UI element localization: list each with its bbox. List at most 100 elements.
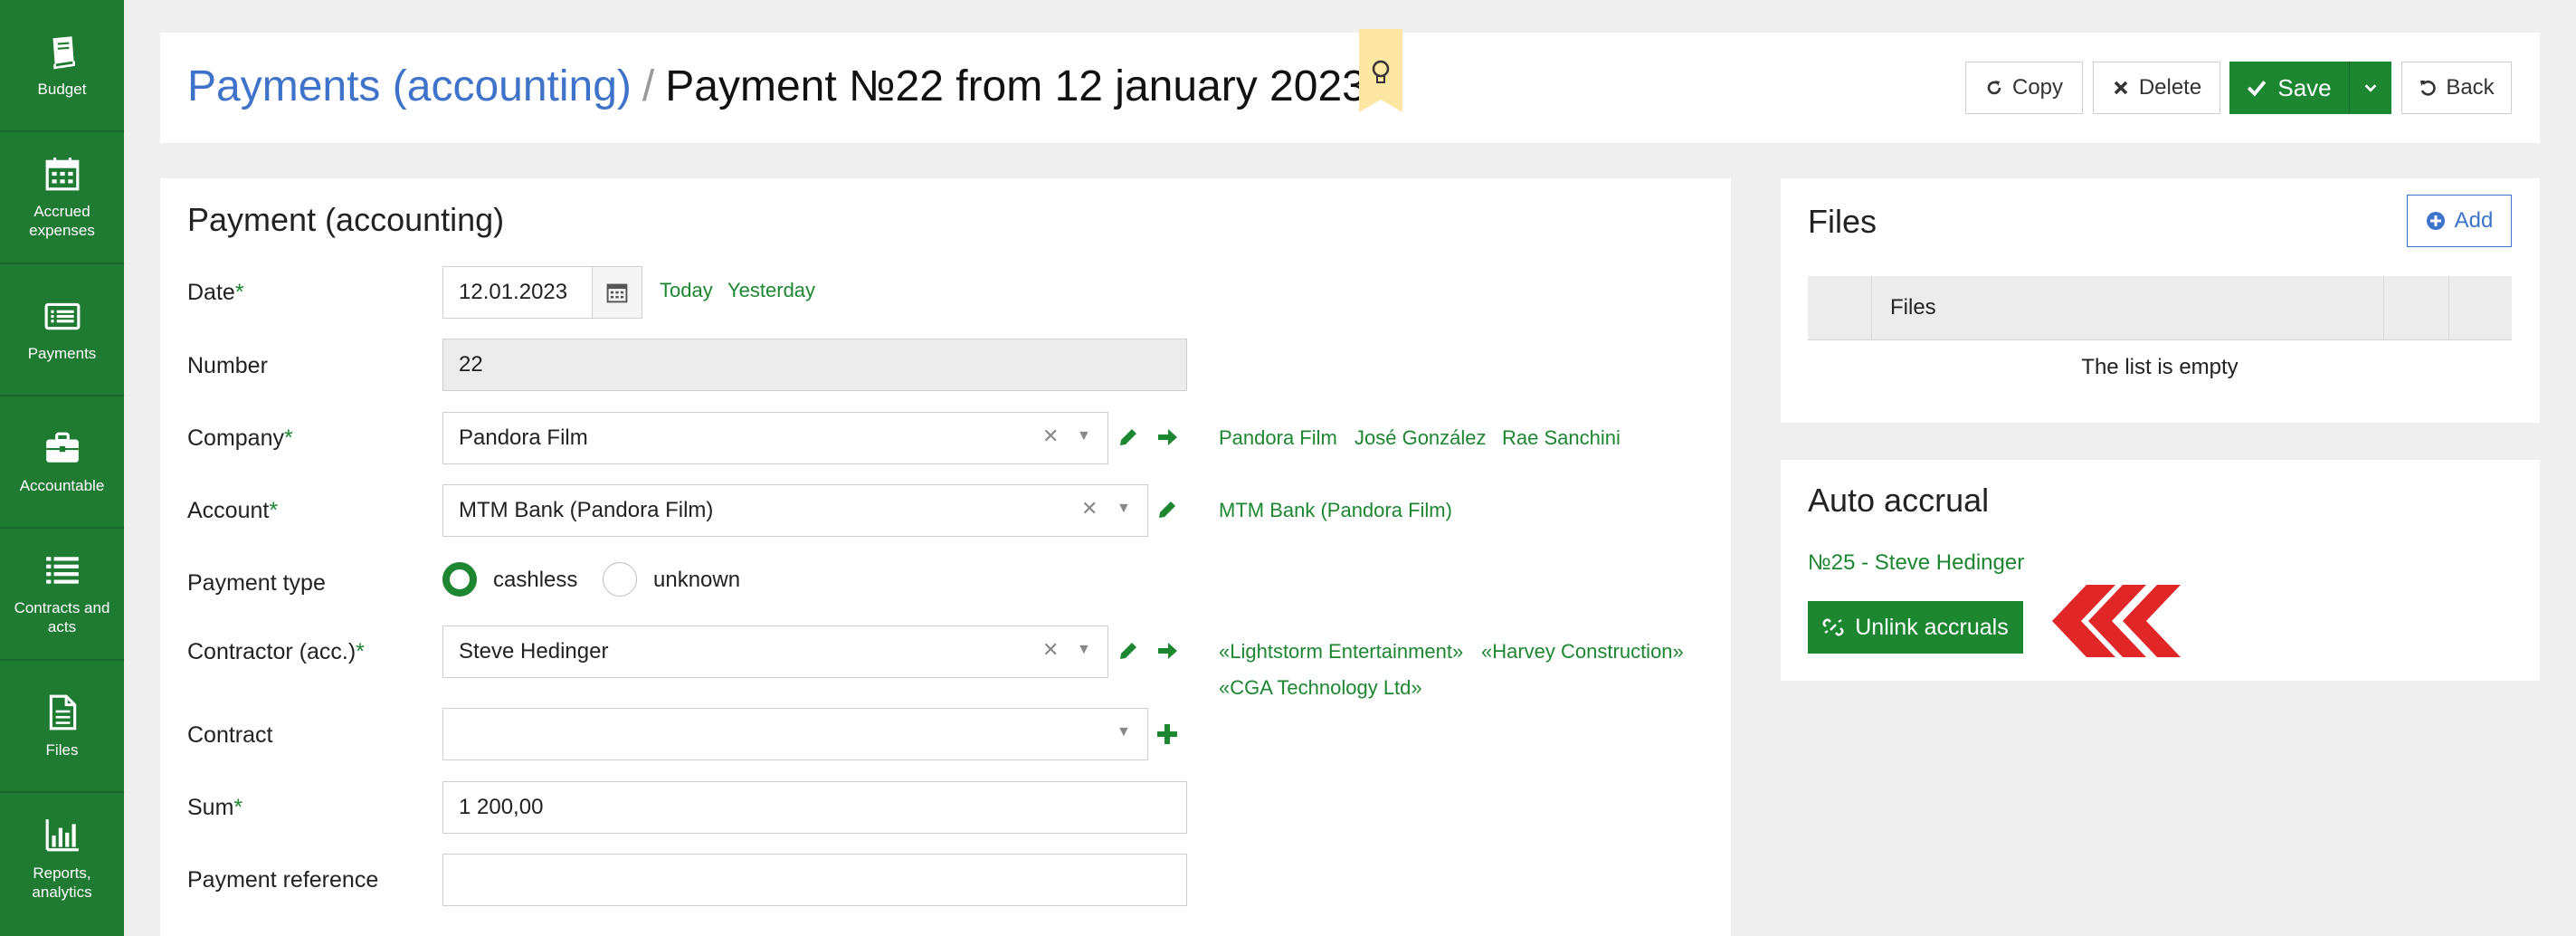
sidebar: Budget Accrued expenses Payments Account… bbox=[0, 0, 124, 936]
sidebar-item-files[interactable]: Files bbox=[0, 661, 124, 793]
add-file-button-label: Add bbox=[2454, 208, 2494, 233]
sidebar-item-label: Reports, analytics bbox=[32, 864, 92, 901]
sidebar-item-contracts[interactable]: Contracts and acts bbox=[0, 529, 124, 661]
company-link-3[interactable]: Rae Sanchini bbox=[1502, 426, 1621, 450]
auto-accrual-title: Auto accrual bbox=[1808, 482, 1990, 519]
form-title: Payment (accounting) bbox=[187, 201, 505, 238]
sidebar-item-payments[interactable]: Payments bbox=[0, 264, 124, 396]
copy-button[interactable]: Copy bbox=[1965, 62, 2083, 114]
contractor-link-3[interactable]: «CGA Technology Ltd» bbox=[1219, 676, 1422, 700]
save-button[interactable]: Save bbox=[2229, 62, 2350, 114]
bar-chart-icon bbox=[45, 819, 79, 852]
number-label: Number bbox=[187, 353, 268, 378]
account-label: Account* bbox=[187, 498, 279, 523]
undo-icon bbox=[2420, 81, 2437, 96]
save-button-label: Save bbox=[2277, 73, 2332, 101]
chevron-down-icon bbox=[2364, 84, 2377, 92]
accrual-link[interactable]: №25 - Steve Hedinger bbox=[1808, 550, 2024, 576]
close-icon bbox=[2114, 81, 2128, 95]
sidebar-item-label: Contracts and acts bbox=[14, 599, 110, 635]
radio-cashless-label[interactable]: cashless bbox=[493, 568, 577, 593]
contractor-link-2[interactable]: «Harvey Construction» bbox=[1481, 640, 1684, 664]
chevron-down-icon[interactable]: ▼ bbox=[1077, 428, 1091, 444]
payment-type-label: Payment type bbox=[187, 570, 326, 596]
contract-label: Contract bbox=[187, 722, 273, 748]
radio-unknown[interactable] bbox=[603, 562, 637, 597]
breadcrumb-separator: / bbox=[642, 62, 655, 110]
payment-form: Payment (accounting) Date* 12.01.2023 To… bbox=[160, 178, 1731, 936]
sum-input[interactable]: 1 200,00 bbox=[442, 781, 1187, 834]
delete-button-label: Delete bbox=[2138, 75, 2202, 100]
files-panel: Files Add Files The list is empty bbox=[1781, 178, 2540, 423]
contractor-label: Contractor (acc.)* bbox=[187, 639, 365, 664]
page-title-text: Payment №22 from 12 january 2023 bbox=[665, 62, 1366, 110]
calendar-button[interactable] bbox=[592, 266, 642, 319]
pencil-icon[interactable] bbox=[1117, 639, 1140, 663]
pencil-icon[interactable] bbox=[1155, 498, 1179, 521]
company-select[interactable]: Pandora Film bbox=[442, 412, 1108, 464]
save-dropdown-button[interactable] bbox=[2350, 62, 2391, 114]
unlink-accruals-button[interactable]: Unlink accruals bbox=[1808, 601, 2023, 654]
sidebar-item-accountable[interactable]: Accountable bbox=[0, 396, 124, 529]
radio-unknown-label[interactable]: unknown bbox=[653, 568, 740, 593]
payments-list-icon bbox=[44, 302, 80, 330]
add-file-button[interactable]: Add bbox=[2407, 195, 2512, 247]
account-link[interactable]: MTM Bank (Pandora Film) bbox=[1219, 499, 1452, 522]
calendar-icon bbox=[45, 158, 79, 191]
auto-accrual-panel: Auto accrual №25 - Steve Hedinger Unlink… bbox=[1781, 460, 2540, 681]
lightbulb-icon[interactable] bbox=[1359, 29, 1402, 112]
number-field: 22 bbox=[442, 339, 1187, 391]
list-icon bbox=[45, 557, 79, 584]
files-table-header: Files bbox=[1808, 276, 2512, 340]
annotation-arrows-icon bbox=[2052, 585, 2181, 657]
file-icon bbox=[49, 694, 76, 730]
back-button-label: Back bbox=[2446, 75, 2495, 100]
breadcrumb-payments[interactable]: Payments (accounting) bbox=[187, 62, 632, 110]
contractor-link-1[interactable]: «Lightstorm Entertainment» bbox=[1219, 640, 1463, 664]
table-column-empty bbox=[2448, 276, 2513, 339]
plus-icon[interactable] bbox=[1155, 722, 1179, 746]
clear-contractor-icon[interactable]: ✕ bbox=[1042, 638, 1059, 662]
sidebar-item-label: Files bbox=[45, 740, 79, 759]
contractor-select[interactable]: Steve Hedinger bbox=[442, 626, 1108, 678]
table-column-empty bbox=[2383, 276, 2449, 339]
account-select[interactable]: MTM Bank (Pandora Film) bbox=[442, 484, 1148, 537]
date-label: Date* bbox=[187, 280, 244, 305]
pencil-icon[interactable] bbox=[1117, 425, 1140, 449]
plus-circle-icon bbox=[2426, 212, 2445, 230]
check-icon bbox=[2248, 81, 2267, 97]
company-link-2[interactable]: José González bbox=[1355, 426, 1487, 450]
chevron-down-icon[interactable]: ▼ bbox=[1077, 642, 1091, 658]
date-input[interactable]: 12.01.2023 bbox=[442, 266, 593, 319]
sidebar-item-reports[interactable]: Reports, analytics bbox=[0, 793, 124, 925]
book-icon bbox=[52, 35, 75, 69]
sidebar-item-budget[interactable]: Budget bbox=[0, 0, 124, 132]
today-link[interactable]: Today bbox=[660, 279, 713, 302]
calendar-icon bbox=[606, 283, 628, 303]
arrow-right-icon[interactable] bbox=[1155, 425, 1179, 449]
chevron-down-icon[interactable]: ▼ bbox=[1117, 501, 1131, 517]
company-link-1[interactable]: Pandora Film bbox=[1219, 426, 1337, 450]
clear-account-icon[interactable]: ✕ bbox=[1081, 497, 1098, 521]
sum-label: Sum* bbox=[187, 795, 243, 820]
unlink-accruals-label: Unlink accruals bbox=[1855, 614, 2009, 640]
contract-select[interactable] bbox=[442, 708, 1148, 760]
sidebar-item-label: Accrued expenses bbox=[29, 203, 95, 239]
sidebar-item-accrued-expenses[interactable]: Accrued expenses bbox=[0, 132, 124, 264]
clear-company-icon[interactable]: ✕ bbox=[1042, 425, 1059, 448]
files-column-header[interactable]: Files bbox=[1871, 276, 2379, 339]
chevron-down-icon[interactable]: ▼ bbox=[1117, 724, 1131, 740]
radio-cashless[interactable] bbox=[442, 562, 477, 597]
back-button[interactable]: Back bbox=[2401, 62, 2512, 114]
arrow-right-icon[interactable] bbox=[1155, 639, 1179, 663]
yesterday-link[interactable]: Yesterday bbox=[727, 279, 815, 302]
files-title: Files bbox=[1808, 203, 1877, 240]
unlink-icon bbox=[1822, 618, 1844, 636]
page-header: Payments (accounting) / Payment №22 from 1… bbox=[160, 29, 2540, 143]
sidebar-item-label: Budget bbox=[37, 80, 87, 98]
payment-reference-input[interactable] bbox=[442, 854, 1187, 906]
company-label: Company* bbox=[187, 425, 293, 451]
copy-button-label: Copy bbox=[2011, 75, 2064, 100]
delete-button[interactable]: Delete bbox=[2093, 62, 2220, 114]
payment-reference-label: Payment reference bbox=[187, 867, 379, 893]
